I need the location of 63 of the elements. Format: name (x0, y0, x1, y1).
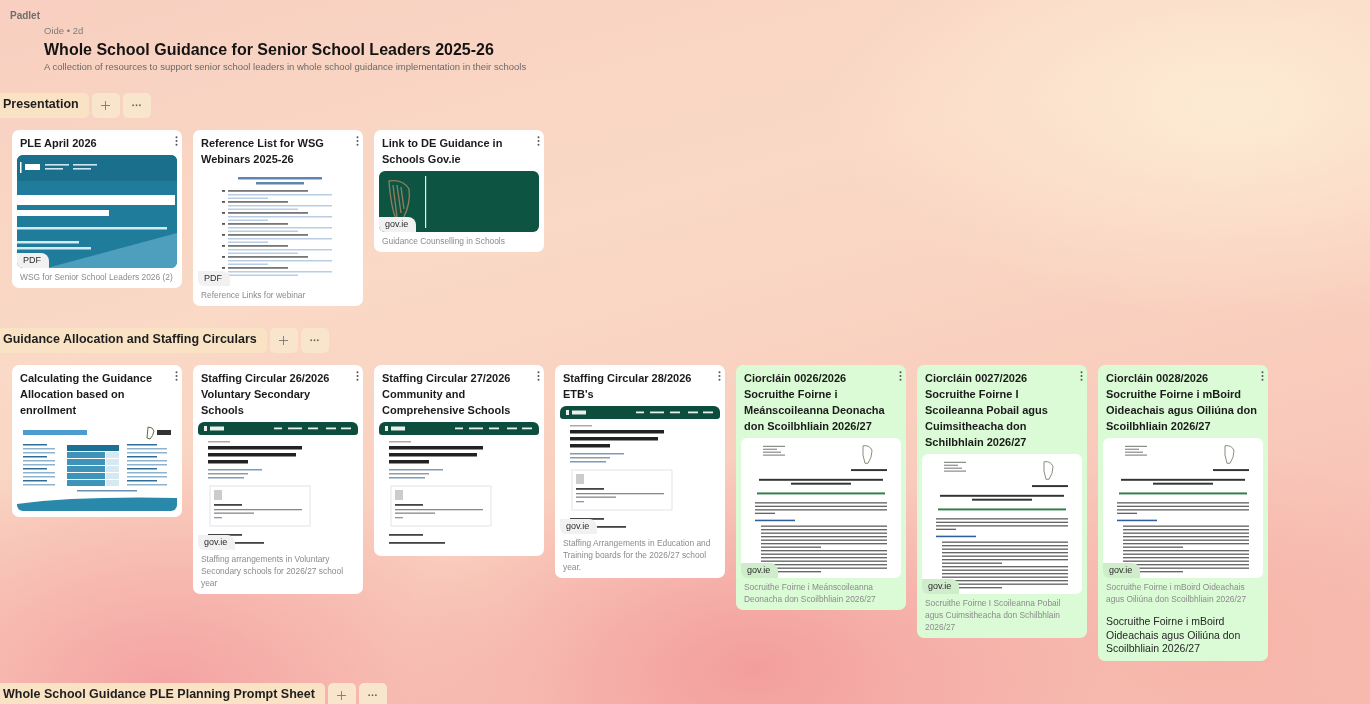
link-source-badge: gov.ie (922, 579, 960, 594)
app-logo[interactable]: Padlet (10, 10, 40, 22)
more-icon (132, 104, 142, 107)
section-title: Presentation (0, 93, 89, 118)
post-title: Ciorcláin 0026/2026 Socruithe Foirne i Meánscoileanna Deonacha don Scoilbhliain 2026/27 (743, 371, 886, 434)
link-source-badge: gov.ie (379, 217, 417, 232)
more-options-icon[interactable] (1261, 371, 1264, 381)
post-card[interactable]: Ciorcláin 0026/2026 Socruithe Foirne i Meánscoileanna Deonacha don Scoilbhliain 2026/27 gov.ie Socruithe Foirne i Meánscoileanna Deonacha don Scoilbhliain 2026/27 (736, 365, 906, 610)
more-options-icon[interactable] (1080, 371, 1083, 381)
post-title: PLE April 2026 (19, 136, 98, 151)
add-post-button[interactable] (327, 682, 356, 704)
post-card[interactable] (1098, 365, 1268, 661)
link-source-badge: PDF (17, 253, 49, 268)
more-options-icon[interactable] (718, 371, 721, 381)
plus-icon (337, 690, 347, 700)
more-options-icon[interactable] (175, 136, 178, 146)
link-source-badge: gov.ie (1103, 563, 1141, 578)
post-body-text: Socruithe Foirne i mBoird Oideachais agus Oiliúna don Scoilbhliain 2026/27 (1105, 614, 1242, 656)
post-title: Ciorcláin 0027/2026 Socruithe Foirne I Scoileanna Pobail agus Cuimsitheacha don Schilbhlain 2026/27 (924, 371, 1049, 450)
author-and-time: Oide • 2d (44, 24, 85, 38)
post-card[interactable]: Link to DE Guidance in Schools Gov.ie gov.ie Guidance Counselling in Schools (374, 130, 544, 252)
link-caption: Guidance Counselling in Schools (381, 235, 506, 248)
link-caption: WSG for Senior School Leaders 2026 (2) (19, 271, 174, 284)
link-caption: Reference Links for webinar (200, 289, 307, 302)
more-icon (310, 339, 320, 342)
post-card[interactable]: Reference List for WSG Webinars 2025-26 PDF Reference Links for webinar (193, 130, 363, 306)
more-options-icon[interactable] (537, 136, 540, 146)
plus-icon (279, 336, 289, 345)
link-source-badge: gov.ie (560, 519, 598, 534)
more-options-icon[interactable] (175, 371, 178, 381)
link-source-badge: gov.ie (741, 563, 779, 578)
add-post-button[interactable] (269, 328, 298, 353)
link-source-badge: gov.ie (198, 535, 236, 550)
link-caption: Staffing Arrangements in Education and Training boards for the 2026/27 school year. (562, 537, 712, 574)
add-post-button[interactable] (91, 93, 120, 118)
post-title: Reference List for WSG Webinars 2025-26 (200, 136, 325, 167)
post-title: Link to DE Guidance in Schools Gov.ie (381, 136, 504, 167)
post-card[interactable]: Staffing Circular 27/2026 Community and Comprehensive Schools (374, 365, 544, 556)
post-card[interactable]: Staffing Circular 28/2026 ETB's gov.ie Staffing Arrangements in Education and Training boards for the 2026/27 school year. (555, 365, 725, 578)
post-card[interactable]: Ciorcláin 0027/2026 Socruithe Foirne I Scoileanna Pobail agus Cuimsitheacha don Schilbhlain 2026/27 gov.ie Socruithe Foirne I Scoileanna Pobail agus Cuimsitheacha don Schilbhlain 2026/27 (917, 365, 1087, 638)
post-card[interactable]: PLE April 2026 PDF WSG for Senior School Leaders 2026 (2) (12, 130, 182, 288)
board-description: A collection of resources to support senior school leaders in whole school guidance implementation in their schools (44, 61, 528, 73)
post-title: Staffing Circular 28/2026 ETB's (562, 371, 693, 402)
link-source-badge: PDF (198, 271, 230, 286)
post-title: Staffing Circular 27/2026 Community and Comprehensive Schools (381, 371, 512, 418)
post-title: Ciorcláin 0028/2026 Socruithe Foirne i mBoird Oideachais agus Oiliúna don Scoilbhliain 2026/27 (1105, 371, 1258, 434)
link-caption: Socruithe Foirne i mBoird Oideachais agus Oiliúna don Scoilbhliain 2026/27 (1105, 581, 1248, 606)
section-title: Whole School Guidance PLE Planning Prompt Sheet (0, 682, 325, 704)
link-caption: Socruithe Foirne i Meánscoileanna Deonacha don Scoilbhliain 2026/27 (743, 581, 877, 606)
link-caption: Socruithe Foirne I Scoileanna Pobail agus Cuimsitheacha don Schilbhlain 2026/27 (924, 597, 1062, 634)
post-title: Calculating the Guidance Allocation based on enrollment (19, 371, 154, 418)
more-options-icon[interactable] (537, 371, 540, 381)
plus-icon (101, 101, 111, 110)
post-card[interactable]: Calculating the Guidance Allocation based on enrollment (12, 365, 182, 517)
link-caption: Staffing arrangements in Voluntary Secondary schools for 2026/27 school year (200, 553, 344, 590)
post-title: Staffing Circular 26/2026 Voluntary Secondary Schools (200, 371, 331, 418)
more-options-icon[interactable] (899, 371, 902, 381)
more-options-icon[interactable] (356, 371, 359, 381)
post-card[interactable]: Staffing Circular 26/2026 Voluntary Secondary Schools gov.ie Staffing arrangements in Voluntary Secondary schools for 2026/27 school year (193, 365, 363, 594)
section-title: Guidance Allocation and Staffing Circulars (0, 328, 267, 353)
board-title: Whole School Guidance for Senior School Leaders 2025-26 (44, 40, 495, 60)
more-icon (368, 693, 378, 697)
more-options-icon[interactable] (356, 136, 359, 146)
